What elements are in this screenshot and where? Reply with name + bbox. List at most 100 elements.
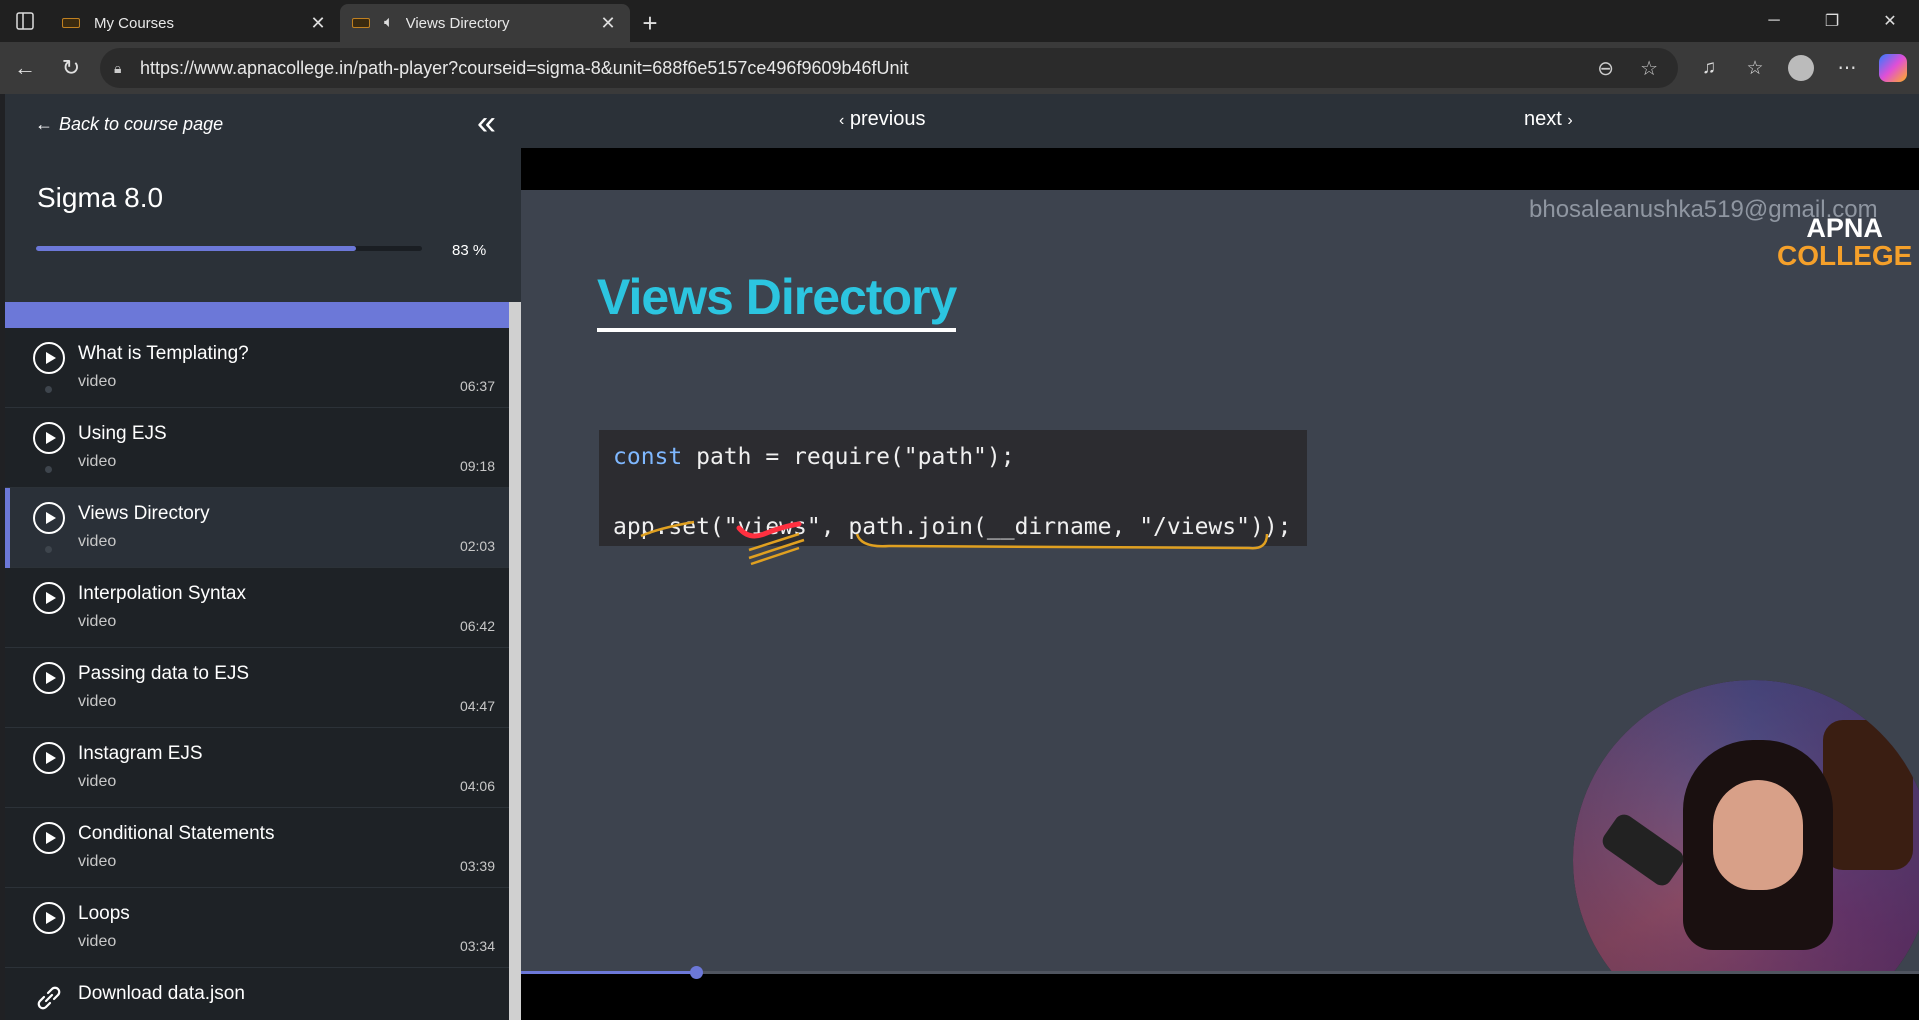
lesson-duration: 03:34 xyxy=(459,938,495,954)
course-sidebar: ← Back to course page « Sigma 8.0 83 % W… xyxy=(5,94,521,1020)
tab-actions-button[interactable] xyxy=(0,0,50,42)
play-circle-icon xyxy=(33,742,65,774)
extensions-icon[interactable]: ♫ xyxy=(1691,50,1727,86)
play-circle-icon xyxy=(33,902,65,934)
favorites-icon[interactable]: ☆ xyxy=(1737,50,1773,86)
minimize-button[interactable]: ─ xyxy=(1745,0,1803,42)
back-to-course-label: Back to course page xyxy=(59,114,224,134)
copilot-button[interactable] xyxy=(1875,50,1911,86)
lesson-duration: 04:06 xyxy=(459,778,495,794)
browser-toolbar: ← ↻ 🔒︎ https://www.apnacollege.in/path-p… xyxy=(0,42,1919,94)
close-window-button[interactable]: ✕ xyxy=(1861,0,1919,42)
code-line-1: const path = require("path"); xyxy=(613,444,1293,514)
lesson-item[interactable]: Using EJS video 09:18 xyxy=(5,408,509,488)
lesson-duration: 04:47 xyxy=(459,698,495,714)
lesson-type: video xyxy=(78,533,117,550)
logo-line1: APNA xyxy=(1806,213,1883,243)
lesson-duration: 02:03 xyxy=(459,538,495,554)
restore-button[interactable]: ❐ xyxy=(1803,0,1861,42)
back-button[interactable]: ← xyxy=(2,48,48,88)
lesson-duration: 03:39 xyxy=(459,858,495,874)
previous-label: previous xyxy=(849,108,926,130)
previous-button[interactable]: ‹ previous xyxy=(839,108,926,131)
completion-dot-icon xyxy=(45,466,52,473)
new-tab-button[interactable]: + xyxy=(630,4,670,42)
play-circle-icon xyxy=(33,422,65,454)
slide-title: Views Directory xyxy=(597,268,957,332)
seek-progress-fill xyxy=(521,971,696,974)
tab-views-directory[interactable]: 🔈︎ Views Directory ✕ xyxy=(340,4,630,42)
video-frame[interactable]: bhosaleanushka519@gmail.com APNA COLLEGE… xyxy=(521,190,1919,972)
seek-handle[interactable] xyxy=(689,966,703,979)
lesson-item[interactable]: Conditional Statements video 03:39 xyxy=(5,808,509,888)
code-keyword: const xyxy=(613,444,683,470)
more-menu-icon[interactable]: ⋯ xyxy=(1829,50,1865,86)
completion-dot-icon xyxy=(45,546,52,553)
close-tab-icon[interactable]: ✕ xyxy=(598,13,618,34)
favorite-star-icon[interactable]: ☆ xyxy=(1640,56,1658,81)
course-progress-fill xyxy=(36,246,357,251)
play-circle-icon xyxy=(33,662,65,694)
lesson-title: Passing data to EJS xyxy=(78,663,250,684)
lesson-duration: 09:18 xyxy=(459,458,495,474)
lesson-type: video xyxy=(78,773,117,790)
lesson-nav-bar: ‹ previous next › xyxy=(521,94,1919,148)
tab-title: My Courses xyxy=(94,14,175,32)
lesson-list-scrollbar[interactable] xyxy=(509,302,521,1020)
arrow-left-icon: ← xyxy=(35,114,53,134)
course-progress-bar xyxy=(36,246,422,251)
lesson-title: Loops xyxy=(78,903,130,924)
section-header[interactable] xyxy=(5,302,521,328)
lesson-list: What is Templating? video 06:37 Using EJ… xyxy=(5,328,509,1020)
presenter-chair xyxy=(1823,720,1913,870)
browser-tab-strip: My Courses ✕ 🔈︎ Views Directory ✕ + ─ ❐ … xyxy=(0,0,1919,42)
lesson-item[interactable]: What is Templating? video 06:37 xyxy=(5,328,509,408)
lesson-item[interactable]: Passing data to EJS video 04:47 xyxy=(5,648,509,728)
sidebar-toggle-icon xyxy=(16,12,34,30)
course-progress-text: 83 % xyxy=(452,242,487,259)
lesson-title: Interpolation Syntax xyxy=(78,583,246,604)
apna-college-logo: APNA COLLEGE xyxy=(1777,214,1912,270)
close-tab-icon[interactable]: ✕ xyxy=(308,13,328,34)
lesson-item[interactable]: Instagram EJS video 04:06 xyxy=(5,728,509,808)
handwritten-annotation xyxy=(640,520,1269,566)
presenter-face xyxy=(1713,780,1803,890)
site-info-icon[interactable]: 🔒︎ xyxy=(114,60,140,77)
lesson-type: video xyxy=(78,933,117,950)
tab-my-courses[interactable]: My Courses ✕ xyxy=(50,4,340,42)
url-text: https://www.apnacollege.in/path-player?c… xyxy=(140,57,909,78)
lesson-item[interactable]: Interpolation Syntax video 06:42 xyxy=(5,568,509,648)
site-favicon-icon xyxy=(62,18,80,28)
lesson-title: Using EJS xyxy=(78,423,167,444)
reading-mode-icon[interactable]: ⊖ xyxy=(1597,56,1614,81)
address-bar[interactable]: 🔒︎ https://www.apnacollege.in/path-playe… xyxy=(100,48,1678,88)
back-to-course-link[interactable]: ← Back to course page xyxy=(35,114,223,135)
audio-playing-icon[interactable]: 🔈︎ xyxy=(384,14,394,32)
window-controls: ─ ❐ ✕ xyxy=(1745,0,1919,42)
lesson-type: video xyxy=(78,373,117,390)
lesson-item-active[interactable]: Views Directory video 02:03 xyxy=(5,488,509,568)
play-circle-icon xyxy=(33,502,65,534)
reload-button[interactable]: ↻ xyxy=(48,48,94,88)
player-area: ‹ previous next › bhosaleanushka519@gmai… xyxy=(521,94,1919,1020)
completion-dot-icon xyxy=(45,386,52,393)
lesson-duration: 06:37 xyxy=(459,378,495,394)
video-seek-bar[interactable] xyxy=(521,971,1919,974)
avatar xyxy=(1788,55,1814,81)
logo-line2: COLLEGE xyxy=(1777,240,1913,271)
next-button[interactable]: next › xyxy=(1524,108,1573,131)
course-title: Sigma 8.0 xyxy=(37,182,164,213)
copilot-icon xyxy=(1879,54,1907,82)
play-circle-icon xyxy=(33,582,65,614)
collapse-sidebar-icon[interactable]: « xyxy=(477,104,496,143)
chevron-left-icon: ‹ xyxy=(839,112,845,129)
profile-button[interactable] xyxy=(1783,50,1819,86)
lesson-type: video xyxy=(78,693,117,710)
lesson-item[interactable]: Loops video 03:34 xyxy=(5,888,509,968)
link-icon xyxy=(33,982,67,1016)
next-label: next xyxy=(1524,108,1562,130)
lesson-type: video xyxy=(78,453,117,470)
lesson-duration: 06:42 xyxy=(459,618,495,634)
play-circle-icon xyxy=(33,342,65,374)
download-item[interactable]: Download data.json xyxy=(5,968,509,1020)
